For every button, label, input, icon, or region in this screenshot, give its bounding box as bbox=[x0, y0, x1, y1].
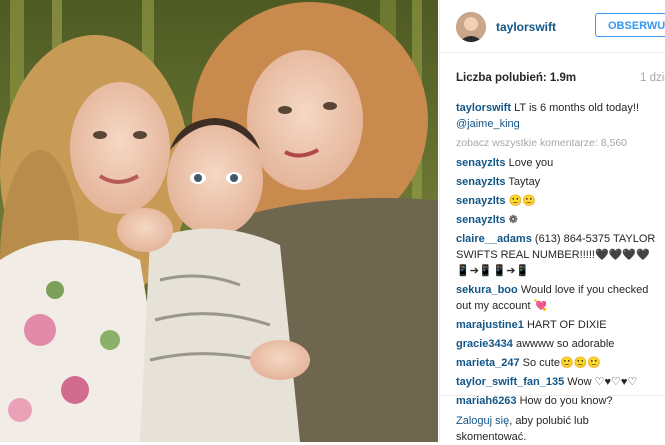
comment: claire__adams (613) 864-5375 TAYLOR SWIF… bbox=[456, 231, 662, 279]
comment-user[interactable]: taylor_swift_fan_135 bbox=[456, 376, 564, 388]
likes-count: Liczba polubień: 1.9m bbox=[456, 72, 577, 84]
comment-user[interactable]: senayzlts bbox=[456, 195, 506, 207]
comment-user[interactable]: senayzlts bbox=[456, 157, 506, 169]
username-link[interactable]: taylorswift bbox=[496, 20, 556, 34]
comment: sekura_boo Would love if you checked out… bbox=[456, 282, 662, 314]
comment: senayzlts 🙂🙂 bbox=[456, 193, 662, 209]
comment: senayzlts Taytay bbox=[456, 174, 662, 190]
comment-user[interactable]: senayzlts bbox=[456, 176, 506, 188]
caption: taylorswift LT is 6 months old today!! @… bbox=[456, 100, 662, 132]
caption-mention[interactable]: @jaime_king bbox=[456, 118, 520, 130]
comment-text: 🙂🙂 bbox=[508, 195, 536, 207]
caption-text: LT is 6 months old today!! bbox=[514, 102, 640, 114]
avatar[interactable] bbox=[456, 12, 486, 42]
comment-text: Wow ♡♥♡♥♡ bbox=[567, 376, 638, 388]
view-all-comments-link[interactable]: zobacz wszystkie komentarze: 8,560 bbox=[456, 135, 662, 151]
comment-user[interactable]: marieta_247 bbox=[456, 357, 520, 369]
comment-text: awwww so adorable bbox=[515, 338, 615, 350]
comment: senayzlts ❁ bbox=[456, 212, 662, 228]
comment-user[interactable]: marajustine1 bbox=[456, 319, 524, 331]
comment-user[interactable]: claire__adams bbox=[456, 233, 532, 245]
comment-user[interactable]: gracie3434 bbox=[456, 338, 513, 350]
login-footer: Zaloguj się, aby polubić lub skomentować… bbox=[440, 395, 665, 443]
comment: marieta_247 So cute🙂🙂🙂 bbox=[456, 355, 662, 371]
comment-text: So cute🙂🙂🙂 bbox=[522, 357, 602, 369]
comment-user[interactable]: senayzlts bbox=[456, 214, 506, 226]
post-header: taylorswift OBSERWUJ bbox=[440, 0, 665, 53]
login-link[interactable]: Zaloguj się bbox=[456, 415, 509, 427]
comment: marajustine1 HART OF DIXIE bbox=[456, 317, 662, 333]
comment-text: Taytay bbox=[508, 176, 541, 188]
post-sidebar: taylorswift OBSERWUJ Liczba polubień: 1.… bbox=[439, 0, 665, 443]
photo-illustration bbox=[0, 0, 438, 442]
follow-button[interactable]: OBSERWUJ bbox=[595, 13, 665, 37]
comment-text: ❁ bbox=[508, 214, 518, 226]
comment: gracie3434 awwww so adorable bbox=[456, 336, 662, 352]
caption-user[interactable]: taylorswift bbox=[456, 102, 511, 114]
comment-user[interactable]: sekura_boo bbox=[456, 284, 518, 296]
login-prompt: Zaloguj się, aby polubić lub skomentować… bbox=[456, 413, 656, 445]
avatar-image bbox=[456, 12, 486, 42]
comment: taylor_swift_fan_135 Wow ♡♥♡♥♡ bbox=[456, 374, 662, 390]
comment: senayzlts Love you bbox=[456, 155, 662, 171]
post-photo bbox=[0, 0, 438, 442]
comments-section: taylorswift LT is 6 months old today!! @… bbox=[456, 100, 662, 412]
comment-text: HART OF DIXIE bbox=[526, 319, 607, 331]
post-time: 1 dzie bbox=[640, 72, 665, 84]
comment-text: Love you bbox=[508, 157, 554, 169]
